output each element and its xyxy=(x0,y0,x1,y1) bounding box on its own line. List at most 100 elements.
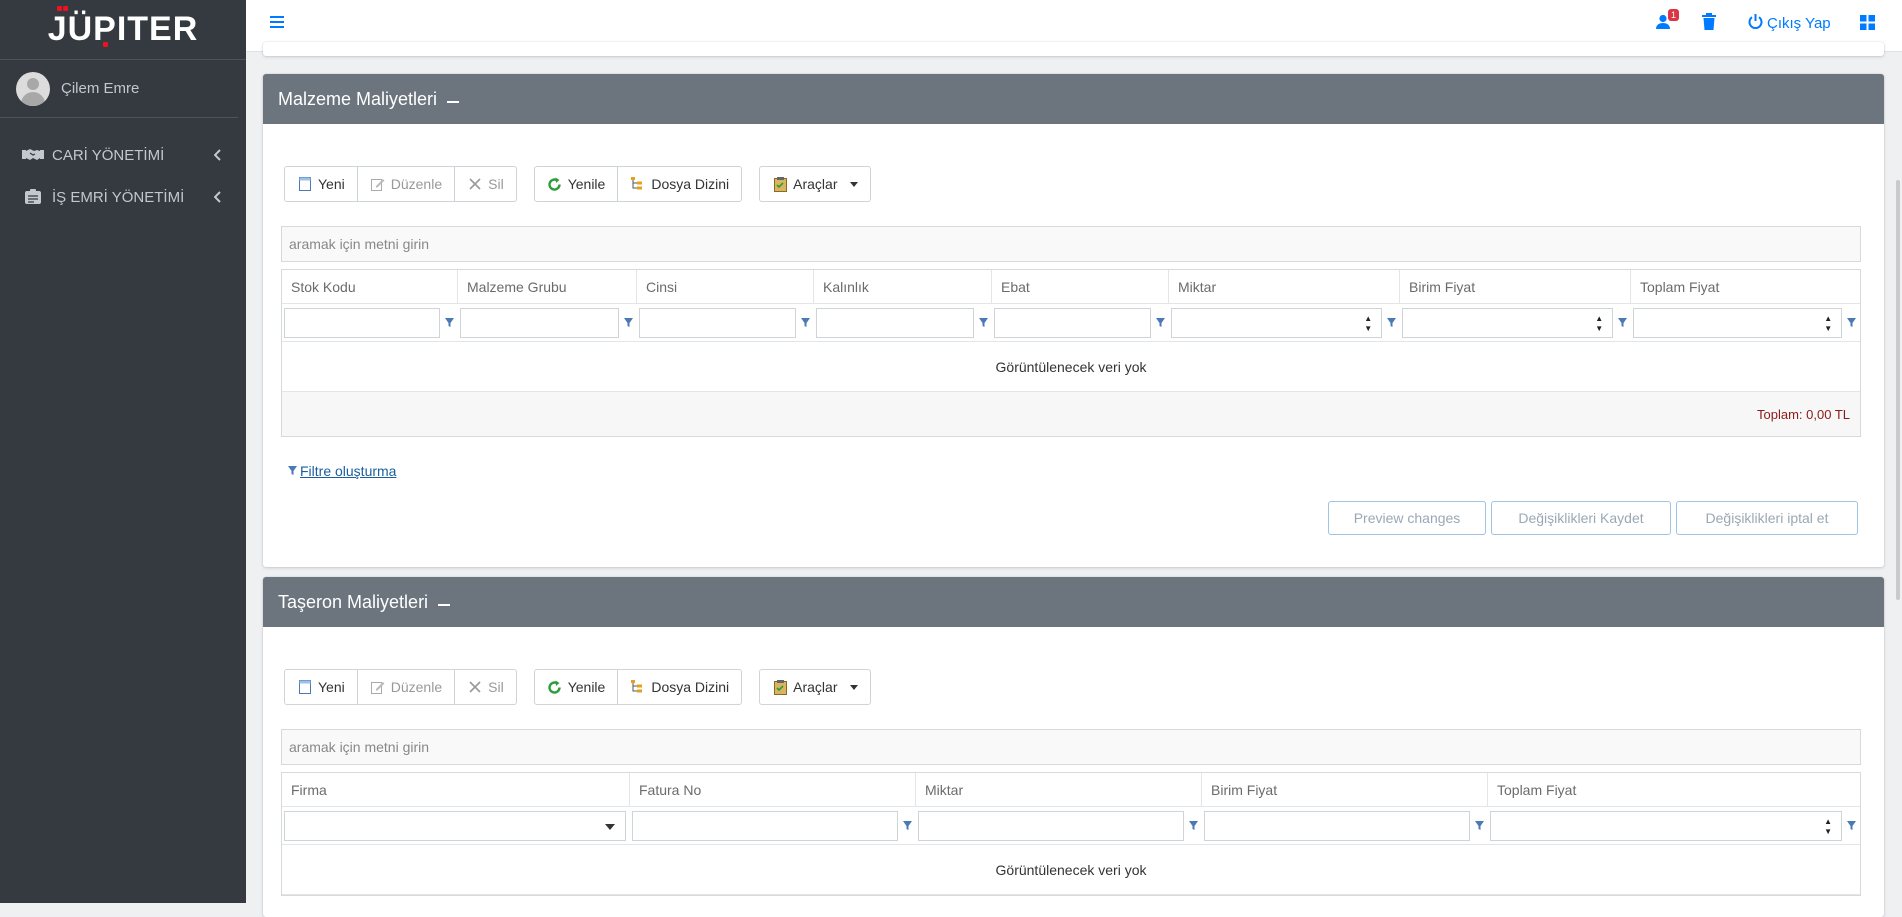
column-header[interactable]: Miktar xyxy=(1169,270,1400,303)
sidebar-item-cari[interactable]: CARİ YÖNETİMİ xyxy=(0,134,246,176)
edit-button[interactable]: Düzenle xyxy=(358,167,456,201)
delete-button[interactable]: Sil xyxy=(455,670,516,704)
refresh-button[interactable]: Yenile xyxy=(535,167,619,201)
logout-button[interactable]: Çıkış Yap xyxy=(1748,14,1831,33)
clipboard-icon xyxy=(772,679,788,695)
filter-icon[interactable] xyxy=(442,317,456,328)
number-filter-input[interactable]: ▲ ▼ xyxy=(1633,307,1843,338)
filter-icon[interactable] xyxy=(900,820,914,831)
save-changes-button[interactable]: Değişiklikleri Kaydet xyxy=(1491,501,1671,535)
brand[interactable]: JÜPITER xyxy=(0,0,246,60)
column-header[interactable]: Kalınlık xyxy=(814,270,992,303)
taseron-grid: Firma Fatura No Miktar Birim Fiyat Topla… xyxy=(281,772,1861,896)
filter-icon[interactable] xyxy=(1153,317,1167,328)
filter-icon[interactable] xyxy=(621,317,635,328)
previous-card xyxy=(263,42,1884,56)
refresh-button[interactable]: Yenile xyxy=(535,670,619,704)
filter-icon[interactable] xyxy=(1186,820,1200,831)
cancel-changes-button[interactable]: Değişiklikleri iptal et xyxy=(1676,501,1858,535)
card-header: Malzeme Maliyetleri xyxy=(263,74,1884,124)
filter-input[interactable] xyxy=(994,307,1152,338)
new-document-icon xyxy=(297,679,313,695)
user-name: Çilem Emre xyxy=(61,80,140,97)
trash-icon[interactable] xyxy=(1702,13,1716,33)
filter-input[interactable] xyxy=(1204,810,1471,841)
grid-header: Firma Fatura No Miktar Birim Fiyat Topla… xyxy=(282,773,1860,807)
column-header[interactable]: Birim Fiyat xyxy=(1400,270,1631,303)
filter-icon[interactable] xyxy=(1384,317,1398,328)
close-icon xyxy=(467,176,483,192)
card-title: Malzeme Maliyetleri xyxy=(278,88,438,109)
column-header[interactable]: Toplam Fiyat xyxy=(1631,270,1860,303)
grid-toolbar: Yeni Düzenle Sil Yenile Dosya Dizini Ara… xyxy=(284,166,871,202)
grid-toolbar: Yeni Düzenle Sil Yenile Dosya Dizini Ara… xyxy=(284,669,871,705)
collapse-icon[interactable] xyxy=(438,604,451,606)
spinner-icon[interactable]: ▲ ▼ xyxy=(1364,314,1372,334)
tools-dropdown[interactable]: Araçlar xyxy=(759,166,871,202)
folder-tree-button[interactable]: Dosya Dizini xyxy=(618,670,741,704)
new-button[interactable]: Yeni xyxy=(285,670,358,704)
tools-dropdown[interactable]: Araçlar xyxy=(759,669,871,705)
tools-button[interactable]: Araçlar xyxy=(760,167,869,201)
number-filter-input[interactable]: ▲ ▼ xyxy=(1402,307,1614,338)
column-header[interactable]: Miktar xyxy=(916,773,1202,806)
malzeme-maliyetleri-card: Malzeme Maliyetleri Yeni Düzenle Sil Yen… xyxy=(263,74,1884,567)
page-scrollbar[interactable] xyxy=(1894,0,1902,903)
folder-tree-button[interactable]: Dosya Dizini xyxy=(618,167,741,201)
number-filter-input[interactable]: ▲ ▼ xyxy=(1171,307,1383,338)
column-header[interactable]: Toplam Fiyat xyxy=(1488,773,1860,806)
sidebar: JÜPITER Çilem Emre CARİ YÖNETİMİ İŞ EMRİ… xyxy=(0,0,246,903)
user-panel[interactable]: Çilem Emre xyxy=(0,60,238,118)
column-header[interactable]: Malzeme Grubu xyxy=(458,270,637,303)
filter-input[interactable] xyxy=(918,810,1185,841)
filter-input[interactable] xyxy=(284,307,441,338)
sidebar-item-is-emri[interactable]: İŞ EMRİ YÖNETİMİ xyxy=(0,176,246,218)
tools-button[interactable]: Araçlar xyxy=(760,670,869,704)
column-header[interactable]: Firma xyxy=(282,773,630,806)
filter-icon[interactable] xyxy=(798,317,812,328)
filter-icon[interactable] xyxy=(1615,317,1629,328)
number-filter-input[interactable]: ▲ ▼ xyxy=(1490,810,1843,841)
filter-input[interactable] xyxy=(816,307,975,338)
column-header[interactable]: Cinsi xyxy=(637,270,814,303)
edit-button[interactable]: Düzenle xyxy=(358,670,456,704)
no-data-message: Görüntülenecek veri yok xyxy=(282,342,1860,392)
filter-icon[interactable] xyxy=(1844,820,1858,831)
filter-icon[interactable] xyxy=(1472,820,1486,831)
spinner-icon[interactable]: ▲ ▼ xyxy=(1824,314,1832,334)
column-header[interactable]: Stok Kodu xyxy=(282,270,458,303)
refresh-icon xyxy=(547,679,563,695)
search-input[interactable]: aramak için metni girin xyxy=(281,729,1861,765)
refresh-button-group: Yenile Dosya Dizini xyxy=(533,166,743,202)
search-input[interactable]: aramak için metni girin xyxy=(281,226,1861,262)
filter-input[interactable] xyxy=(460,307,620,338)
preview-changes-button[interactable]: Preview changes xyxy=(1328,501,1486,535)
card-header: Taşeron Maliyetleri xyxy=(263,577,1884,627)
filter-icon[interactable] xyxy=(1844,317,1858,328)
filter-input[interactable] xyxy=(632,810,899,841)
filter-icon[interactable] xyxy=(976,317,990,328)
delete-button[interactable]: Sil xyxy=(455,167,516,201)
filter-input[interactable] xyxy=(639,307,797,338)
filter-icon xyxy=(288,463,297,479)
clipboard-icon xyxy=(772,176,788,192)
column-header[interactable]: Ebat xyxy=(992,270,1169,303)
apps-grid-icon[interactable] xyxy=(1860,15,1875,33)
spinner-icon[interactable]: ▲ ▼ xyxy=(1595,314,1603,334)
scrollbar-thumb[interactable] xyxy=(1896,180,1900,600)
malzeme-grid: Stok Kodu Malzeme Grubu Cinsi Kalınlık E… xyxy=(281,269,1861,437)
refresh-icon xyxy=(547,176,563,192)
avatar xyxy=(16,71,50,106)
create-filter-link[interactable]: Filtre oluşturma xyxy=(288,463,396,479)
collapse-icon[interactable] xyxy=(447,101,460,103)
edit-icon xyxy=(370,679,386,695)
menu-toggle-icon[interactable] xyxy=(269,15,285,32)
new-button[interactable]: Yeni xyxy=(285,167,358,201)
brand-logo: JÜPITER xyxy=(48,6,199,49)
filter-row: ▲ ▼ xyxy=(282,807,1860,845)
column-header[interactable]: Fatura No xyxy=(630,773,916,806)
spinner-icon[interactable]: ▲ ▼ xyxy=(1824,817,1832,837)
users-icon[interactable]: 1 xyxy=(1656,9,1680,33)
company-select[interactable] xyxy=(284,810,626,841)
column-header[interactable]: Birim Fiyat xyxy=(1202,773,1488,806)
